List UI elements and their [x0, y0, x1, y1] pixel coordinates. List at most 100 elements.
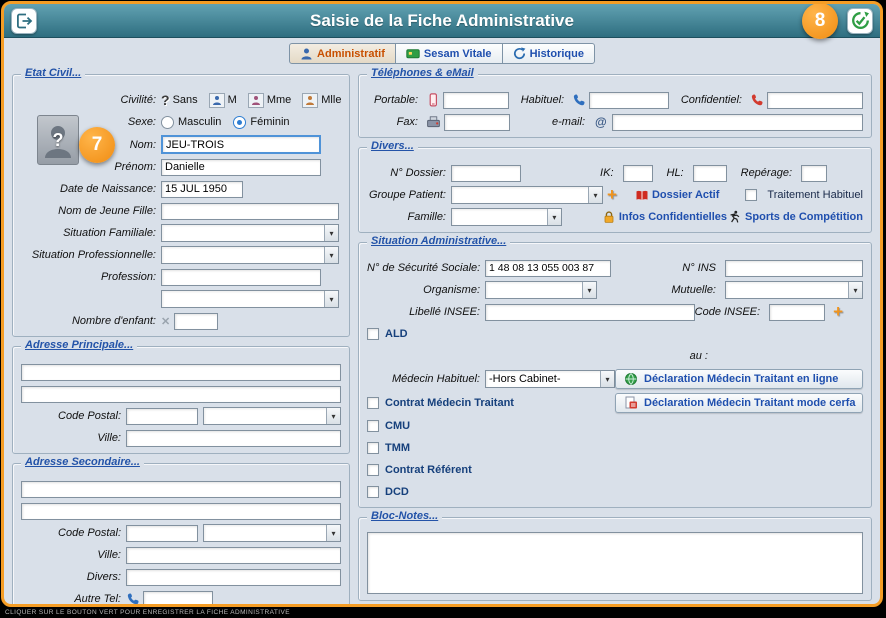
dossier-actif-item[interactable]: Dossier Actif	[635, 189, 719, 202]
exit-icon	[15, 12, 33, 30]
date-naissance-input[interactable]	[161, 181, 243, 198]
mutuelle-label: Mutuelle:	[671, 284, 721, 296]
checkbox-cmu[interactable]	[367, 420, 379, 432]
hl-input[interactable]	[693, 165, 727, 182]
adresse1-ligne1-input[interactable]	[21, 364, 341, 381]
email-input[interactable]	[612, 114, 863, 131]
checkbox-dcd[interactable]	[367, 486, 379, 498]
adresse2-ligne2-row	[21, 502, 341, 520]
email-field: e-mail: @	[552, 114, 863, 131]
reperage-label: Repérage:	[741, 167, 797, 179]
nom-jeune-fille-input[interactable]	[161, 203, 339, 220]
clear-icon[interactable]: ✕	[161, 315, 170, 328]
left-column: Etat Civil... ? 7 Civilité: ? Sans	[12, 74, 350, 607]
date-naissance-label: Date de Naissance:	[21, 183, 161, 195]
confidentiel-field: Confidentiel:	[681, 92, 863, 109]
profession-input[interactable]	[161, 269, 321, 286]
habituel-input[interactable]	[589, 92, 669, 109]
chevron-down-icon: ▾	[547, 209, 561, 225]
exit-button[interactable]	[11, 8, 37, 34]
situation-familiale-select[interactable]: ▾	[161, 224, 339, 242]
mutuelle-select[interactable]: ▾	[725, 281, 863, 299]
checkbox-contrat-referent[interactable]	[367, 464, 379, 476]
confidentiel-input[interactable]	[767, 92, 863, 109]
traitement-habituel-item: Traitement Habituel	[745, 189, 863, 201]
reperage-input[interactable]	[801, 165, 827, 182]
portable-input[interactable]	[443, 92, 509, 109]
code-postal-input[interactable]	[126, 525, 198, 542]
step-badge-8: 8	[802, 3, 838, 39]
n-dossier-input[interactable]	[451, 165, 521, 182]
nss-row: N° de Sécurité Sociale: N° INS	[367, 259, 863, 277]
page-title: Saisie de la Fiche Administrative	[4, 11, 880, 31]
nins-input[interactable]	[725, 260, 863, 277]
civilite-option-m[interactable]: M	[209, 93, 237, 108]
checkbox-traitement-habituel[interactable]	[745, 189, 757, 201]
prenom-input[interactable]	[161, 159, 321, 176]
tab-sesam-vitale[interactable]: Sesam Vitale	[395, 43, 503, 64]
autre-tel-input[interactable]	[143, 591, 213, 608]
adresse1-ligne2-input[interactable]	[21, 386, 341, 403]
adresse2-ligne2-input[interactable]	[21, 503, 341, 520]
validate-button[interactable]	[847, 8, 873, 34]
declaration-cerfa-wrap: Déclaration Médecin Traitant mode cerfa	[615, 393, 863, 413]
checkbox-ald[interactable]	[367, 328, 379, 340]
nom-input[interactable]	[161, 135, 321, 154]
tab-administratif[interactable]: Administratif	[289, 43, 396, 64]
radio-masculin[interactable]	[161, 116, 174, 129]
radio-feminin[interactable]	[233, 116, 246, 129]
sports-competition-item[interactable]: Sports de Compétition	[727, 210, 863, 224]
tab-historique[interactable]: Historique	[502, 43, 595, 64]
tmm-row: TMM	[367, 439, 863, 457]
organisme-label: Organisme:	[367, 284, 485, 296]
ik-input[interactable]	[623, 165, 653, 182]
nss-input[interactable]	[485, 260, 611, 277]
infos-confidentielles-item[interactable]: Infos Confidentielles	[602, 210, 727, 224]
famille-select[interactable]: ▾	[451, 208, 562, 226]
globe-icon	[624, 372, 638, 386]
civilite-option-sans[interactable]: ? Sans	[161, 92, 198, 108]
ald-label: ALD	[385, 328, 408, 340]
mobile-phone-icon	[426, 93, 440, 107]
add-icon[interactable]: +	[833, 305, 843, 319]
cmu-label: CMU	[385, 420, 410, 432]
ville-input[interactable]	[126, 547, 341, 564]
add-icon[interactable]: +	[607, 188, 617, 202]
nss-label: N° de Sécurité Sociale:	[367, 262, 485, 274]
runner-icon	[727, 210, 741, 224]
civilite-option-mme[interactable]: Mme	[248, 93, 291, 108]
ville-input[interactable]	[126, 430, 341, 447]
patient-photo-placeholder[interactable]: ?	[37, 115, 79, 165]
checkbox-contrat-medecin-traitant[interactable]	[367, 397, 379, 409]
declaration-cerfa-button[interactable]: Déclaration Médecin Traitant mode cerfa	[615, 393, 863, 413]
jeune-fille-row: Nom de Jeune Fille:	[21, 202, 341, 220]
organisme-select[interactable]: ▾	[485, 281, 597, 299]
medecin-habituel-select[interactable]: -Hors Cabinet- ▾	[485, 370, 615, 388]
civilite-option-label: Mme	[267, 94, 291, 106]
groupe-patient-select[interactable]: ▾	[451, 186, 603, 204]
ald-row: ALD	[367, 325, 863, 343]
profession-select[interactable]: ▾	[161, 290, 339, 308]
adresse1-ligne2-row	[21, 385, 341, 403]
situation-professionnelle-select[interactable]: ▾	[161, 246, 339, 264]
fax-field: Fax:	[367, 114, 510, 131]
code-postal-input[interactable]	[126, 408, 198, 425]
checkbox-tmm[interactable]	[367, 442, 379, 454]
libelle-insee-input[interactable]	[485, 304, 695, 321]
at-icon: @	[595, 115, 607, 129]
code-insee-input[interactable]	[769, 304, 825, 321]
divers-row2: Groupe Patient: ▾ + Dossier Actif	[367, 186, 863, 204]
bloc-notes-textarea[interactable]	[367, 532, 863, 594]
code-postal-ville-select[interactable]: ▾	[203, 524, 341, 542]
code-postal-ville-select[interactable]: ▾	[203, 407, 341, 425]
civilite-label: Civilité:	[21, 94, 161, 106]
adresse2-ligne1-input[interactable]	[21, 481, 341, 498]
divers-input[interactable]	[126, 569, 341, 586]
fax-input[interactable]	[444, 114, 510, 131]
civilite-option-mlle[interactable]: Mlle	[302, 93, 341, 108]
declaration-en-ligne-button[interactable]: Déclaration Médecin Traitant en ligne	[615, 369, 863, 389]
chevron-down-icon: ▾	[588, 187, 602, 203]
nombre-enfant-input[interactable]	[174, 313, 218, 330]
phone-icon	[572, 93, 586, 107]
divers-label: Divers:	[21, 571, 126, 583]
